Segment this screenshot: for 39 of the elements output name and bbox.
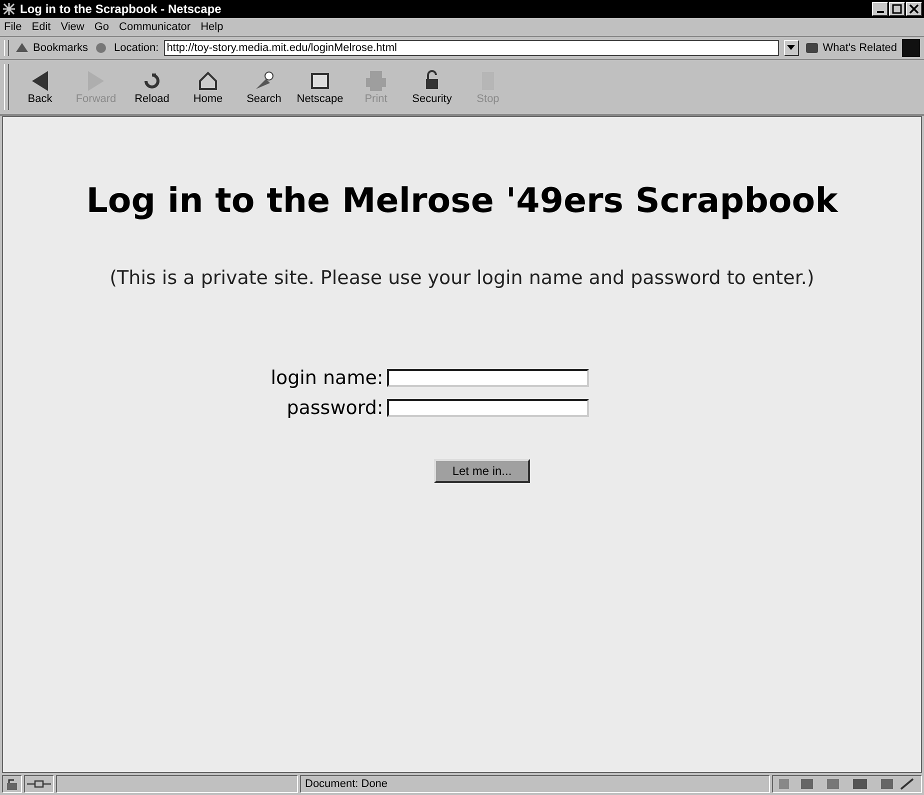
page-heading: Log in to the Melrose '49ers Scrapbook	[86, 181, 838, 221]
lock-icon	[5, 777, 19, 791]
maximize-button[interactable]	[889, 2, 905, 16]
close-button[interactable]	[906, 2, 922, 16]
window-title: Log in to the Scrapbook - Netscape	[20, 2, 222, 16]
toolbar-button[interactable]: Reload	[127, 69, 177, 105]
toolbar-button[interactable]: Back	[15, 69, 65, 105]
plug-icon	[27, 779, 51, 789]
minimize-icon	[876, 11, 884, 13]
menu-item[interactable]: Go	[94, 21, 110, 33]
private-site-note: (This is a private site. Please use your login name and password to enter.)	[110, 267, 814, 289]
input-field[interactable]	[387, 369, 590, 387]
toolbar-button[interactable]: Search	[239, 69, 289, 105]
toolbar-button[interactable]: Home	[183, 69, 233, 105]
field-label: login name:	[270, 367, 384, 389]
toolbar-button[interactable]: Security	[407, 69, 457, 105]
bookmarks-button[interactable]: Bookmarks	[14, 40, 88, 56]
submit-button[interactable]: Let me in...	[434, 459, 530, 483]
url-field[interactable]: http://toy-story.media.mit.edu/loginMelrose.html	[164, 40, 779, 56]
menu-item[interactable]: Help	[200, 21, 224, 33]
dropdown-button[interactable]	[784, 40, 799, 56]
location-label: Location:	[114, 42, 159, 54]
caret-icon	[787, 45, 796, 51]
printer-icon	[364, 69, 388, 93]
input-field[interactable]	[387, 399, 590, 417]
status-text: Document: Done	[300, 775, 770, 793]
security-button[interactable]	[2, 775, 22, 793]
field-label: password:	[286, 397, 384, 419]
netscape-logo-icon	[2, 2, 16, 16]
home-icon	[196, 69, 220, 93]
menu-item[interactable]: File	[4, 21, 22, 33]
menu-item[interactable]: Edit	[32, 21, 51, 33]
close-icon	[909, 4, 919, 14]
whats-related-button[interactable]: What's Related	[804, 40, 897, 56]
maximize-icon	[892, 4, 902, 14]
minimize-button[interactable]	[872, 2, 888, 16]
menu-item[interactable]: Communicator	[119, 21, 191, 33]
menu-item[interactable]: View	[60, 21, 84, 33]
toolbar-button[interactable]: Netscape	[295, 69, 345, 105]
